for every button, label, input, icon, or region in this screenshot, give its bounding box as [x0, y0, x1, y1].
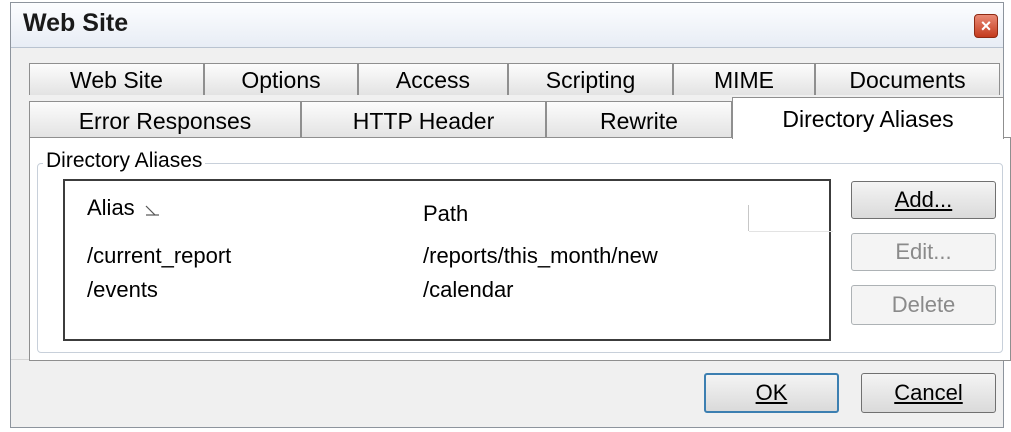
column-header-path[interactable]: Path [423, 201, 468, 227]
tab-web-site[interactable]: Web Site [29, 63, 204, 95]
delete-button[interactable]: Delete [851, 285, 996, 325]
tab-scripting[interactable]: Scripting [508, 63, 673, 95]
cancel-label: Cancel [894, 380, 963, 405]
tab-documents[interactable]: Documents [815, 63, 1000, 95]
dialog-window: Web Site × Web Site Options Access Scrip… [10, 2, 1011, 428]
cancel-button[interactable]: Cancel [861, 373, 996, 413]
tab-rewrite[interactable]: Rewrite [546, 101, 732, 137]
close-button[interactable]: × [974, 14, 998, 38]
tab-error-responses[interactable]: Error Responses [29, 101, 301, 137]
window-title: Web Site [23, 9, 129, 37]
row-path[interactable]: /reports/this_month/new [423, 243, 658, 269]
column-header-alias[interactable]: Alias [87, 195, 135, 221]
sort-ascending-icon [145, 205, 159, 216]
ok-button[interactable]: OK [704, 373, 839, 413]
header-border [749, 231, 833, 232]
column-divider[interactable] [748, 205, 749, 231]
tab-mime[interactable]: MIME [673, 63, 815, 95]
edit-button[interactable]: Edit... [851, 233, 996, 271]
row-alias[interactable]: /events [87, 277, 158, 303]
tab-http-header[interactable]: HTTP Header [301, 101, 546, 137]
edit-label: Edit... [895, 239, 952, 264]
tab-options[interactable]: Options [204, 63, 358, 95]
row-path[interactable]: /calendar [423, 277, 514, 303]
title-bar[interactable]: Web Site × [11, 3, 1003, 48]
delete-label: Delete [891, 292, 956, 317]
group-label: Directory Aliases [43, 149, 206, 173]
ok-label: OK [755, 380, 788, 405]
tab-access[interactable]: Access [358, 63, 508, 95]
add-label: Add... [894, 187, 953, 212]
tab-directory-aliases[interactable]: Directory Aliases [732, 97, 1004, 139]
close-icon: × [980, 16, 992, 36]
row-alias[interactable]: /current_report [87, 243, 231, 269]
add-button[interactable]: Add... [851, 181, 996, 219]
aliases-list[interactable]: Alias Path /current_report /reports/this… [63, 179, 833, 341]
